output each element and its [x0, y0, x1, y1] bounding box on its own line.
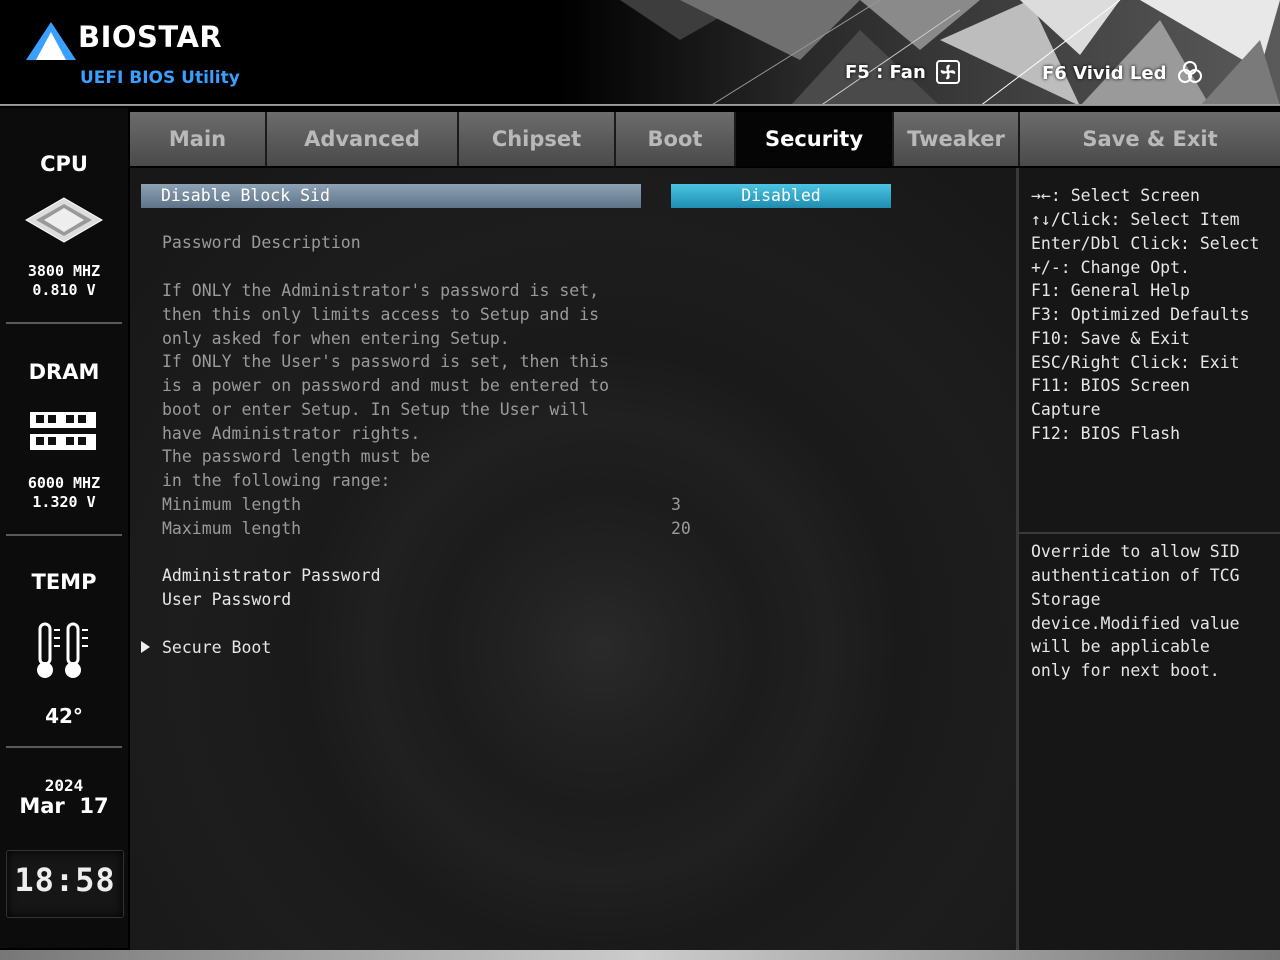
- system-status-sidebar: CPU 3800 MHZ 0.810 V DRAM 6000 MHZ 1.320…: [0, 108, 128, 948]
- header-divider: [0, 104, 1280, 106]
- disable-block-sid-row[interactable]: Disable Block Sid: [141, 184, 641, 208]
- help-key-line: F1: General Help: [1031, 281, 1190, 300]
- help-key-line: →←: Select Screen: [1031, 186, 1200, 205]
- sidebar-divider: [6, 534, 122, 536]
- description-line: The password length must be: [162, 447, 431, 466]
- help-description-line: device.Modified value: [1031, 614, 1240, 633]
- cpu-voltage: 0.810 V: [32, 281, 96, 299]
- help-key-line: +/-: Change Opt.: [1031, 258, 1190, 277]
- led-icon: [1177, 61, 1202, 83]
- clock-display: 18:58: [6, 850, 124, 918]
- description-line: in the following range:: [162, 471, 391, 490]
- sidebar-divider: [6, 322, 122, 324]
- vivid-led-button[interactable]: F6 Vivid Led: [1042, 60, 1203, 86]
- submenu-arrow-icon: [141, 641, 150, 653]
- help-description-line: only for next boot.: [1031, 661, 1220, 680]
- dram-module-icon: [30, 412, 96, 450]
- brand-subtitle: UEFI BIOS Utility: [80, 68, 240, 88]
- user-password-item[interactable]: User Password: [162, 590, 291, 609]
- tab-advanced[interactable]: Advanced: [267, 112, 459, 166]
- help-key-line: Capture: [1031, 400, 1101, 419]
- dram-frequency: 6000 MHZ: [27, 474, 101, 492]
- tab-tweaker[interactable]: Tweaker: [894, 112, 1020, 166]
- sidebar-divider: [6, 746, 122, 748]
- description-line: have Administrator rights.: [162, 424, 421, 443]
- help-description-line: authentication of TCG: [1031, 566, 1240, 585]
- tab-chipset[interactable]: Chipset: [459, 112, 616, 166]
- help-key-line: F10: Save & Exit: [1031, 329, 1190, 348]
- clock-time: 18:58: [14, 861, 116, 899]
- menu-tabs: Main Advanced Chipset Boot Security Twea…: [130, 112, 1280, 166]
- fan-key-label: F5 : Fan: [845, 61, 926, 83]
- dram-voltage: 1.320 V: [32, 493, 96, 511]
- secure-boot-item[interactable]: Secure Boot: [162, 638, 271, 657]
- description-line: boot or enter Setup. In Setup the User w…: [162, 400, 590, 419]
- date-year: 2024: [44, 776, 84, 795]
- fan-button[interactable]: F5 : Fan: [845, 60, 960, 84]
- password-description-title: Password Description: [162, 233, 361, 252]
- help-description-line: Override to allow SID: [1031, 542, 1240, 561]
- tab-save-exit[interactable]: Save & Exit: [1020, 112, 1280, 166]
- biostar-logo: BIOSTAR UEFI BIOS Utility: [26, 20, 256, 100]
- administrator-password-item[interactable]: Administrator Password: [162, 566, 381, 585]
- tab-main[interactable]: Main: [130, 112, 267, 166]
- tab-security[interactable]: Security: [736, 112, 894, 166]
- help-key-line: Enter/Dbl Click: Select: [1031, 234, 1260, 253]
- temp-value: 42°: [45, 704, 83, 728]
- maximum-length-label: Maximum length: [162, 519, 302, 538]
- minimum-length-label: Minimum length: [162, 495, 302, 514]
- cpu-chip-icon: [25, 197, 103, 243]
- help-key-line: ESC/Right Click: Exit: [1031, 353, 1240, 372]
- help-key-line: F3: Optimized Defaults: [1031, 305, 1250, 324]
- cpu-title: CPU: [40, 152, 88, 176]
- dram-title: DRAM: [28, 360, 100, 384]
- biostar-logo-icon: [26, 22, 76, 60]
- date-month-day: Mar 17: [19, 794, 109, 818]
- fan-icon: [935, 60, 960, 84]
- brand-name: BIOSTAR: [78, 20, 223, 54]
- thermometer-icon: [37, 622, 88, 678]
- description-line: If ONLY the User's password is set, then…: [162, 352, 610, 371]
- help-divider: [1019, 532, 1280, 534]
- help-description-line: will be applicable: [1031, 637, 1210, 656]
- temp-title: TEMP: [31, 570, 97, 594]
- tab-boot[interactable]: Boot: [616, 112, 736, 166]
- help-key-line: F12: BIOS Flash: [1031, 424, 1181, 443]
- help-key-line: F11: BIOS Screen: [1031, 376, 1190, 395]
- header-bar: BIOSTAR UEFI BIOS Utility F5 : Fan F6 Vi…: [0, 0, 1280, 106]
- description-line: If ONLY the Administrator's password is …: [162, 281, 600, 300]
- disable-block-sid-value[interactable]: Disabled: [671, 184, 891, 208]
- header-artwork: [560, 0, 1280, 106]
- description-line: then this only limits access to Setup an…: [162, 305, 600, 324]
- help-key-line: ↑↓/Click: Select Item: [1031, 210, 1240, 229]
- maximum-length-value: 20: [671, 519, 691, 538]
- bottom-frame-bar: [0, 950, 1280, 960]
- minimum-length-value: 3: [671, 495, 681, 514]
- help-description-line: Storage: [1031, 590, 1101, 609]
- description-line: is a power on password and must be enter…: [162, 376, 610, 395]
- cpu-frequency: 3800 MHZ: [27, 262, 101, 280]
- disable-block-sid-label: Disable Block Sid: [161, 186, 330, 205]
- description-line: only asked for when entering Setup.: [162, 329, 510, 348]
- led-key-label: F6 Vivid Led: [1042, 62, 1167, 84]
